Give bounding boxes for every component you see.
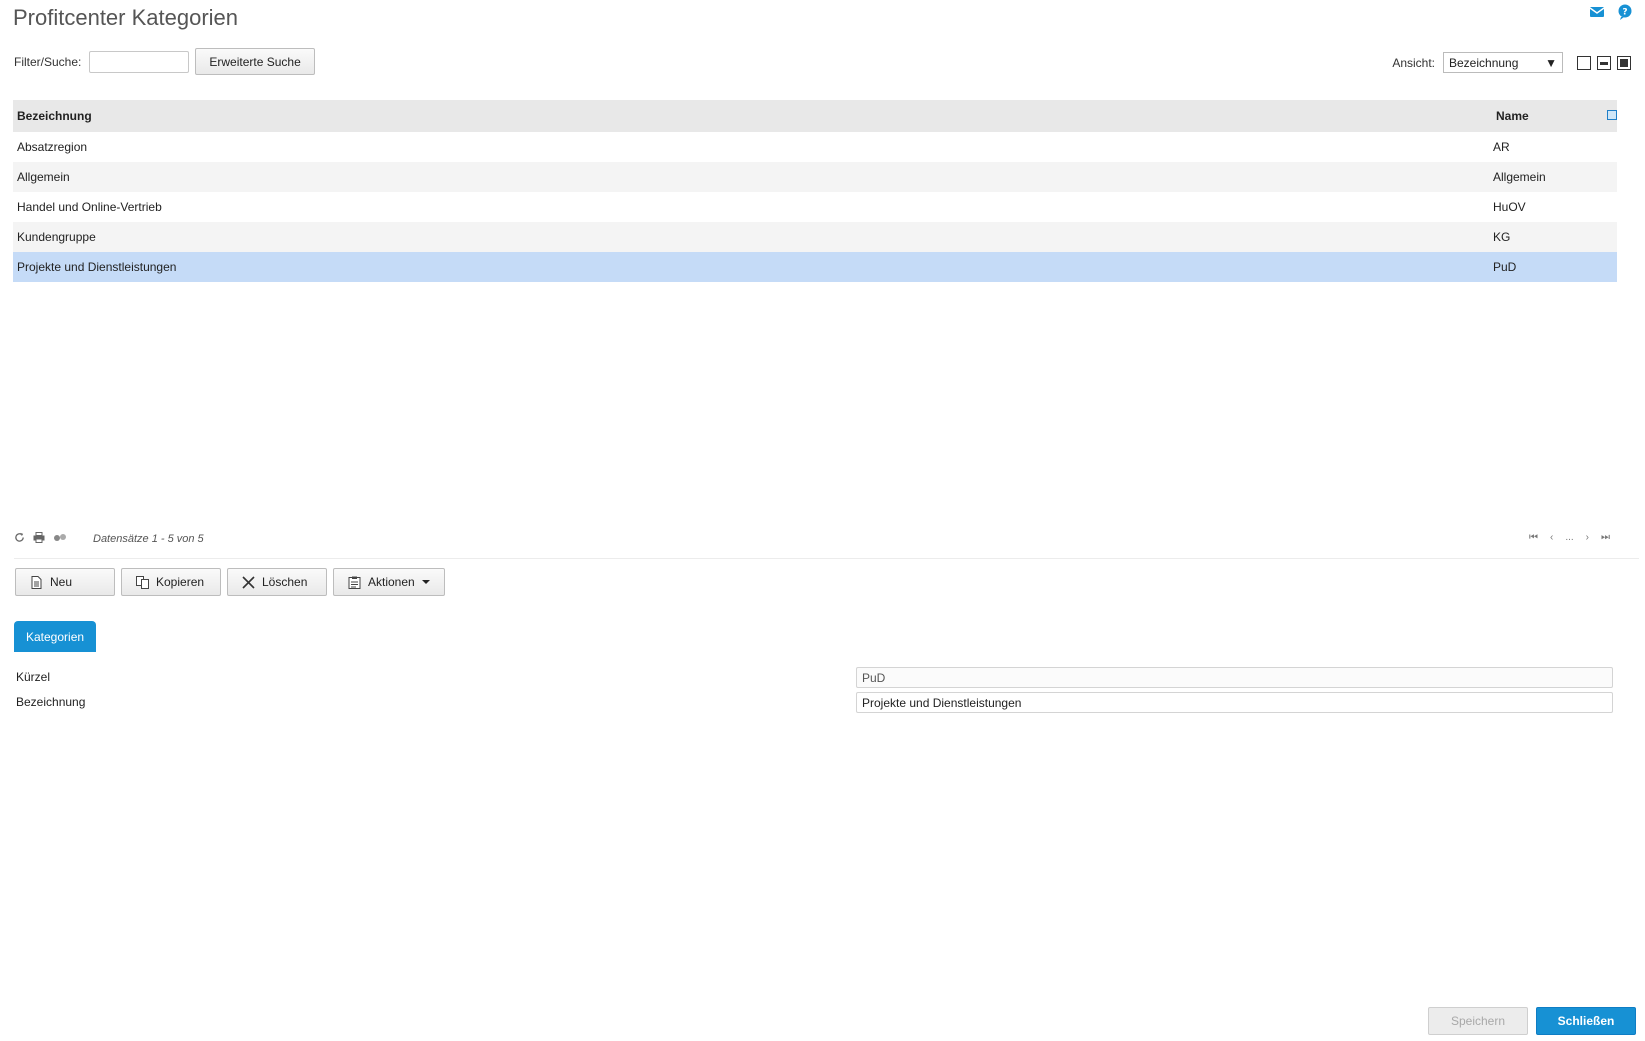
bezeichnung-field[interactable]: Projekte und Dienstleistungen [856, 692, 1613, 713]
status-icons [14, 532, 67, 546]
new-document-icon [30, 575, 43, 589]
view-select-value: Bezeichnung [1449, 55, 1519, 70]
column-header-bezeichnung[interactable]: Bezeichnung [13, 109, 1485, 123]
cell-name: PuD [1493, 260, 1517, 274]
last-page-icon[interactable]: ⏭ [1601, 532, 1610, 543]
help-icon[interactable]: ? [1617, 4, 1633, 20]
divider [14, 558, 1639, 559]
kuerzel-label: Kürzel [16, 670, 51, 684]
cell-bezeichnung: Allgemein [17, 170, 70, 184]
data-grid: Bezeichnung Name Absatzregion AR Allgeme… [13, 100, 1617, 282]
kuerzel-field[interactable]: PuD [856, 667, 1613, 688]
column-header-name[interactable]: Name [1485, 109, 1617, 123]
view-bar: Ansicht: Bezeichnung ▼ [1392, 52, 1631, 73]
cell-name: HuOV [1493, 200, 1526, 214]
filter-search-input[interactable] [89, 50, 190, 73]
dropdown-arrow-icon: ▼ [1545, 55, 1557, 70]
filter-label: Filter/Suche: [14, 54, 82, 69]
next-page-icon[interactable]: › [1586, 532, 1589, 543]
copy-button[interactable]: Kopieren [121, 568, 221, 596]
pager: ⏮ ‹ ... › ⏭ [1529, 532, 1610, 543]
layout-list-icon[interactable] [1577, 55, 1591, 70]
advanced-search-button[interactable]: Erweiterte Suche [195, 48, 315, 75]
bezeichnung-label: Bezeichnung [16, 695, 86, 709]
prev-page-icon[interactable]: ‹ [1550, 532, 1553, 543]
filter-bar: Filter/Suche: Erweiterte Suche [14, 48, 315, 75]
cell-name: AR [1493, 140, 1510, 154]
mail-icon[interactable] [1589, 4, 1605, 20]
kuerzel-value: PuD [862, 670, 886, 685]
link-icon[interactable] [53, 533, 67, 545]
print-icon[interactable] [33, 532, 45, 546]
first-page-icon[interactable]: ⏮ [1529, 532, 1538, 543]
page-title: Profitcenter Kategorien [13, 5, 239, 30]
cell-name: Allgemein [1493, 170, 1546, 184]
tab-kategorien[interactable]: Kategorien [14, 621, 97, 652]
svg-text:?: ? [1622, 8, 1627, 18]
top-icons: ? [1589, 4, 1633, 20]
table-row[interactable]: Absatzregion AR [13, 132, 1617, 162]
layout-detail-icon[interactable] [1617, 55, 1631, 70]
bezeichnung-value: Projekte und Dienstleistungen [862, 695, 1022, 710]
table-row[interactable]: Kundengruppe KG [13, 222, 1617, 252]
table-row[interactable]: Allgemein Allgemein [13, 162, 1617, 192]
view-label: Ansicht: [1392, 55, 1435, 70]
delete-button-label: Löschen [262, 575, 308, 589]
column-config-icon[interactable] [1607, 110, 1617, 120]
pager-ellipsis: ... [1565, 532, 1574, 543]
actions-button-label: Aktionen [368, 575, 415, 589]
status-bar: Datensätze 1 - 5 von 5 ⏮ ‹ ... › ⏭ [14, 530, 1634, 548]
chevron-down-icon [421, 580, 430, 584]
clipboard-icon [348, 576, 361, 589]
refresh-icon[interactable] [14, 532, 25, 546]
copy-button-label: Kopieren [156, 575, 205, 589]
cell-bezeichnung: Absatzregion [17, 140, 88, 154]
close-button[interactable]: Schließen [1536, 1007, 1636, 1035]
grid-header: Bezeichnung Name [13, 100, 1617, 132]
new-button[interactable]: Neu [15, 568, 115, 596]
actions-dropdown-button[interactable]: Aktionen [333, 568, 445, 596]
cell-bezeichnung: Handel und Online-Vertrieb [17, 200, 162, 214]
new-button-label: Neu [50, 575, 73, 589]
layout-split-icon[interactable] [1597, 55, 1611, 70]
record-count-text: Datensätze 1 - 5 von 5 [93, 533, 204, 545]
delete-button[interactable]: Löschen [227, 568, 327, 596]
save-button[interactable]: Speichern [1428, 1007, 1528, 1035]
table-row[interactable]: Handel und Online-Vertrieb HuOV [13, 192, 1617, 222]
cell-bezeichnung: Kundengruppe [17, 230, 96, 244]
table-row-selected[interactable]: Projekte und Dienstleistungen PuD [13, 252, 1617, 282]
delete-x-icon [242, 575, 255, 589]
view-select[interactable]: Bezeichnung ▼ [1443, 52, 1563, 73]
cell-bezeichnung: Projekte und Dienstleistungen [17, 260, 177, 274]
cell-name: KG [1493, 230, 1511, 244]
copy-icon [136, 575, 149, 589]
action-bar: Neu Kopieren Löschen Aktionen [15, 568, 445, 596]
